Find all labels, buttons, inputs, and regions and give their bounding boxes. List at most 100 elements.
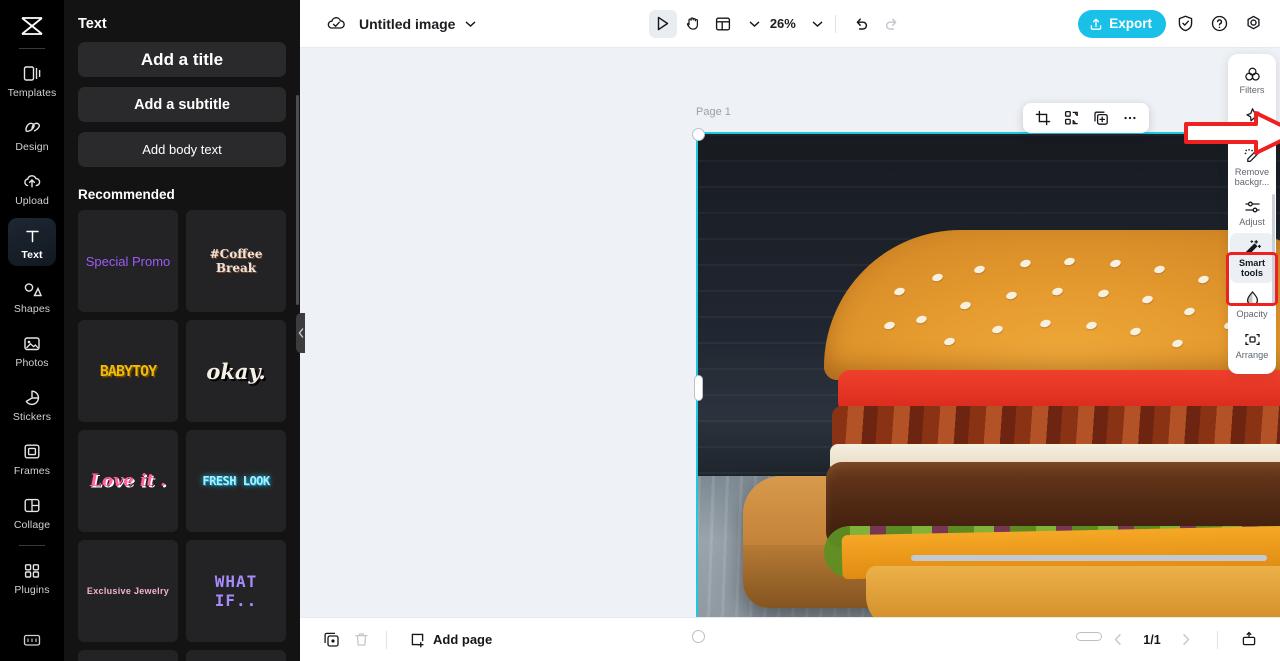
add-page-button[interactable]: Add page — [409, 631, 492, 648]
cursor-select-icon — [658, 16, 669, 31]
photo-burger — [824, 230, 1280, 630]
photos-icon — [23, 333, 41, 354]
zoom-level-value[interactable]: 26% — [770, 16, 796, 31]
annotation-arrow — [1184, 110, 1280, 161]
redo-icon — [886, 18, 897, 30]
text-style-card[interactable] — [78, 650, 178, 661]
text-style-card[interactable] — [186, 650, 286, 661]
add-body-text-button[interactable]: Add body text — [78, 132, 286, 167]
undo-button[interactable] — [848, 10, 876, 38]
document-title[interactable]: Untitled image — [359, 16, 455, 32]
sidebar-item-label: Stickers — [12, 411, 52, 423]
shield-check-icon — [1179, 15, 1193, 32]
smart-replace-button[interactable] — [1058, 105, 1085, 131]
sidebar-item-label: Photos — [15, 357, 49, 369]
bottom-divider-2 — [1217, 630, 1218, 649]
recommended-heading: Recommended — [78, 187, 175, 202]
add-page-icon — [411, 633, 424, 648]
next-page-button[interactable] — [1171, 626, 1201, 654]
tool-arrange[interactable]: Arrange — [1230, 325, 1274, 365]
prev-page-button[interactable] — [1103, 626, 1133, 654]
text-style-label: Love it . — [89, 471, 167, 491]
cursor-select-tool[interactable] — [648, 9, 677, 38]
text-style-card[interactable]: #Coffee Break — [186, 210, 286, 312]
sidebar-item-shapes[interactable]: Shapes — [8, 272, 56, 320]
sidebar-item-design[interactable]: Design — [8, 110, 56, 158]
text-panel: Text Add a title Add a subtitle Add body… — [64, 0, 300, 661]
sidebar-item-stickers[interactable]: Stickers — [8, 380, 56, 428]
tool-filters[interactable]: Filters — [1230, 60, 1274, 100]
more-options-button[interactable] — [1116, 105, 1143, 131]
sidebar-item-templates[interactable]: Templates — [8, 56, 56, 104]
question-circle-icon — [1212, 15, 1228, 32]
text-style-card[interactable]: WHAT IF.. — [186, 540, 286, 642]
panel-title: Text — [78, 16, 107, 32]
add-subtitle-button[interactable]: Add a subtitle — [78, 87, 286, 122]
export-button[interactable]: Export — [1078, 9, 1166, 38]
bottom-divider — [386, 630, 387, 649]
sidebar-item-photos[interactable]: Photos — [8, 326, 56, 374]
tool-label: Filters — [1239, 85, 1265, 95]
text-style-label: Exclusive Jewelry — [86, 586, 170, 596]
export-label: Export — [1109, 16, 1152, 31]
hand-pan-icon — [687, 17, 699, 30]
capcut-logo-icon[interactable] — [12, 10, 52, 42]
chevron-down-icon[interactable] — [465, 20, 476, 28]
redo-button[interactable] — [878, 10, 906, 38]
add-title-button[interactable]: Add a title — [78, 42, 286, 77]
duplicate-page-button[interactable] — [316, 626, 346, 654]
resize-handle-bottom-left[interactable] — [692, 630, 705, 643]
text-style-card[interactable]: Love it . — [78, 430, 178, 532]
adjust-sliders-icon — [1244, 201, 1260, 213]
layout-grid-tool[interactable] — [709, 10, 737, 38]
help-button[interactable] — [1206, 10, 1234, 38]
sidebar-item-frames[interactable]: Frames — [8, 434, 56, 482]
tool-label: Adjust — [1239, 217, 1265, 227]
more-options-icon — [1123, 116, 1136, 120]
sidebar-item-label: Plugins — [14, 584, 50, 596]
sidebar-item-collage[interactable]: Collage — [8, 488, 56, 536]
settings-button[interactable] — [1240, 10, 1268, 38]
present-button[interactable] — [1234, 626, 1264, 654]
sidebar-item-text[interactable]: Text — [8, 218, 56, 266]
top-right-group: Export — [1078, 9, 1268, 38]
layout-chevron-down-icon[interactable] — [749, 20, 760, 28]
resize-handle-bottom[interactable] — [1076, 632, 1102, 641]
hand-pan-tool[interactable] — [679, 10, 707, 38]
resize-handle-top-left[interactable] — [692, 128, 705, 141]
panel-collapse-handle[interactable] — [296, 313, 305, 353]
chevron-right-icon — [1183, 633, 1190, 646]
resize-handle-left[interactable] — [694, 375, 703, 401]
text-style-card[interactable]: Special Promo — [78, 210, 178, 312]
tool-opacity[interactable]: Opacity — [1230, 284, 1274, 324]
gear-icon — [1247, 15, 1261, 30]
zoom-chevron-down-icon[interactable] — [812, 20, 823, 28]
text-style-label: Special Promo — [85, 253, 171, 269]
duplicate-button[interactable] — [1087, 105, 1114, 131]
sidebar-item-plugins[interactable]: Plugins — [8, 553, 56, 601]
tool-smart-tools[interactable]: Smart tools — [1230, 233, 1274, 283]
text-style-card[interactable]: BABYTOY — [78, 320, 178, 422]
canvas-tools-group: 26% — [648, 9, 906, 38]
crop-button[interactable] — [1029, 105, 1056, 131]
page-label: Page 1 — [696, 106, 731, 118]
keyboard-icon[interactable] — [22, 632, 42, 653]
delete-page-button[interactable] — [346, 626, 376, 654]
canvas-horizontal-scrollbar[interactable] — [911, 555, 1267, 561]
text-style-card[interactable]: okay. — [186, 320, 286, 422]
tool-label: Arrange — [1235, 350, 1269, 360]
tool-adjust[interactable]: Adjust — [1230, 193, 1274, 232]
text-style-card[interactable]: FRESH LOOK — [186, 430, 286, 532]
text-style-label: okay. — [206, 358, 266, 384]
text-style-card[interactable]: Exclusive Jewelry — [78, 540, 178, 642]
sidebar-item-upload[interactable]: Upload — [8, 164, 56, 212]
design-icon — [23, 117, 42, 138]
right-rail-scrollbar[interactable] — [1272, 194, 1275, 304]
tool-label: Smart tools — [1238, 258, 1266, 278]
shield-check-button[interactable] — [1172, 10, 1200, 38]
text-panel-scrollbar[interactable] — [296, 95, 299, 305]
rail-divider-bottom — [19, 545, 45, 546]
duplicate-plus-icon — [1093, 111, 1108, 125]
trash-icon — [354, 633, 368, 646]
sidebar-item-label: Collage — [13, 519, 51, 531]
